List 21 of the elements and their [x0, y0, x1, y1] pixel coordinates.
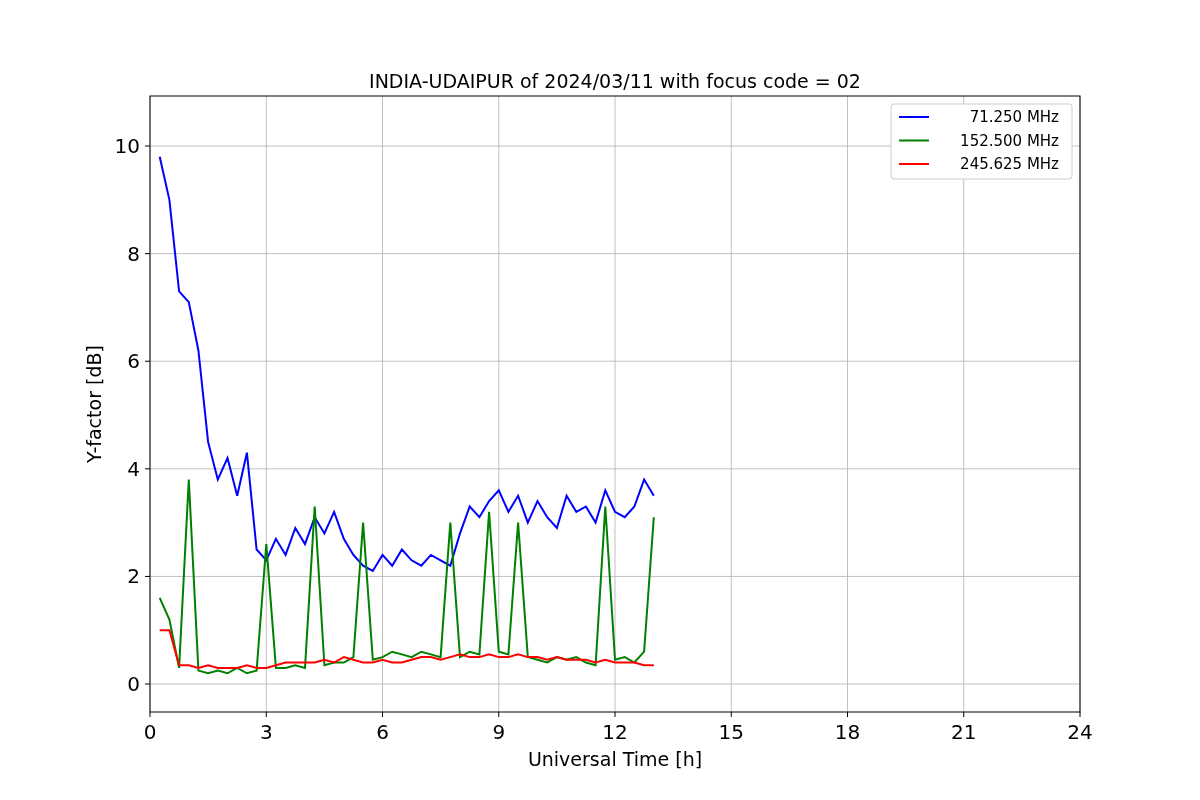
- chart-title: INDIA-UDAIPUR of 2024/03/11 with focus code = 02: [369, 70, 861, 92]
- tick-label: 21: [951, 720, 977, 744]
- axis-title: Y-factor [dB]: [83, 345, 105, 463]
- tick-label: 10: [114, 134, 140, 159]
- tick-label: 9: [492, 720, 506, 744]
- tick-label: 0: [143, 720, 157, 744]
- tick-label: 6: [127, 349, 140, 374]
- tick-label: 4: [127, 456, 140, 481]
- tick-label: 0: [127, 672, 140, 696]
- tick-label: 2: [127, 564, 140, 589]
- tick-label: 18: [834, 720, 861, 744]
- tick-label: 3: [259, 720, 273, 744]
- tick-label: 15: [718, 720, 744, 744]
- tick-label: 6: [376, 720, 389, 744]
- legend-label: 71.250 MHz: [969, 108, 1059, 126]
- tick-label: 24: [1067, 720, 1093, 744]
- legend-label: 152.500 MHz: [960, 131, 1059, 150]
- legend-label: 245.625 MHz: [960, 155, 1059, 173]
- tick-label: 12: [602, 720, 628, 744]
- axis-title: Universal Time [h]: [527, 748, 703, 770]
- tick-label: 8: [127, 241, 140, 266]
